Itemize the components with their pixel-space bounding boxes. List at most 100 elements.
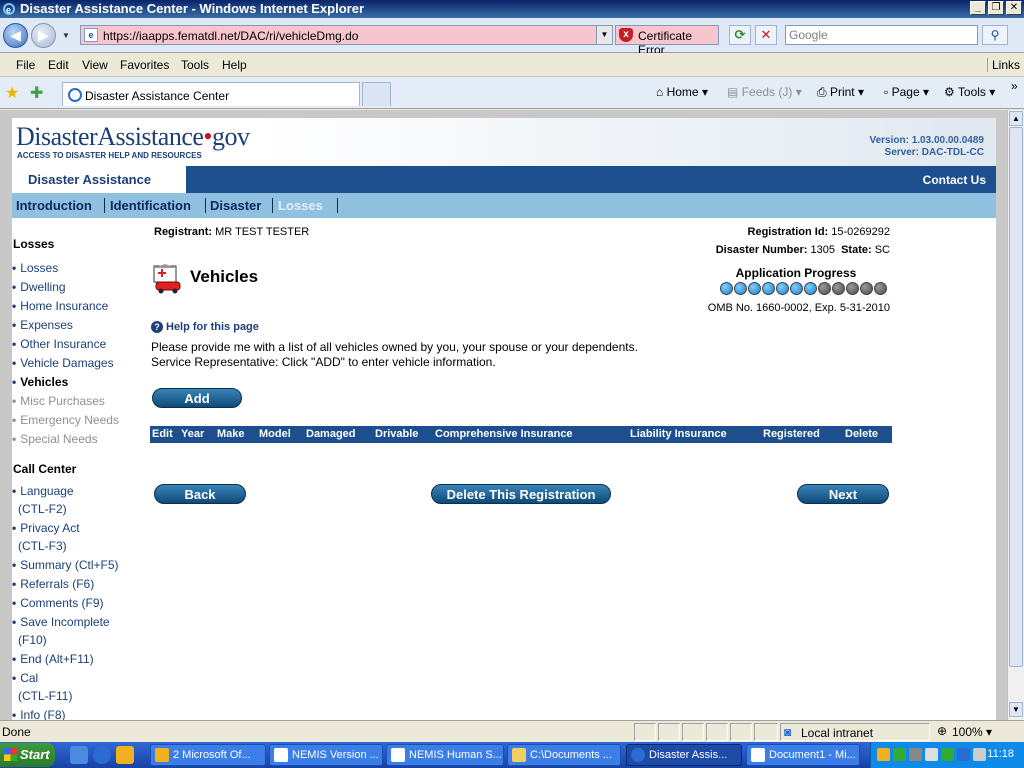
sidebar-item-dwelling[interactable]: • Dwelling [12,280,66,294]
links-toolbar[interactable]: Links [986,58,1020,72]
sidebar-item-privacy-act[interactable]: • Privacy Act [12,521,80,535]
sidebar-item-comments[interactable]: • Comments (F9) [12,596,104,610]
search-input[interactable]: Google [785,25,978,45]
window-title: Disaster Assistance Center - Windows Int… [20,1,364,16]
add-button[interactable]: Add [152,388,242,408]
site-logo[interactable]: DisasterAssistance•gov [16,122,250,152]
col-make: Make [217,428,245,440]
tray-outlook-icon[interactable] [877,748,890,761]
task-document1-word[interactable]: Document1 - Mi... [746,744,860,766]
tab-introduction[interactable]: Introduction [16,198,92,213]
scroll-up-icon[interactable]: ▲ [1009,111,1023,126]
sidebar-item-referrals[interactable]: • Referrals (F6) [12,577,94,591]
restore-button[interactable]: ❐ [988,1,1004,15]
menu-favorites[interactable]: Favorites [120,58,169,72]
word-icon [751,748,765,762]
version-text: Version: 1.03.00.00.0489 [869,135,984,146]
start-button[interactable]: Start [0,743,55,767]
page-menu-button[interactable]: ▫ Page ▾ [884,85,929,99]
zoom-control[interactable]: ⊕ 100% ▾ [934,723,1020,741]
sidebar-item-summary[interactable]: • Summary (Ctl+F5) [12,558,119,572]
home-button[interactable]: ⌂ Home ▾ [656,85,708,99]
sidebar-item-losses[interactable]: • Losses [12,261,58,275]
scroll-down-icon[interactable]: ▼ [1009,702,1023,717]
tray-device-icon[interactable] [973,748,986,761]
clock: 11:18 [987,748,1014,760]
sidebar-heading-losses: Losses [13,237,55,251]
next-button[interactable]: Next [797,484,889,504]
refresh-icon[interactable]: ⟳ [729,25,751,45]
ie-task-icon [631,748,645,762]
sidebar-item-vehicles[interactable]: • Vehicles [12,375,68,389]
sidebar-item-language-shortcut[interactable]: (CTL-F2) [18,502,67,516]
stop-icon[interactable]: ✕ [755,25,777,45]
feeds-button[interactable]: ▤ Feeds (J) ▾ [727,85,802,99]
search-icon[interactable]: ⚲ [982,25,1008,45]
back-nav-button[interactable]: ◀ [3,23,28,48]
window-titlebar: e Disaster Assistance Center - Windows I… [0,0,1024,18]
sidebar-item-cal-shortcut[interactable]: (CTL-F11) [18,689,72,703]
back-button[interactable]: Back [154,484,246,504]
progress-step-dot [846,282,859,295]
col-year: Year [181,428,205,440]
recent-pages-dropdown-icon[interactable]: ▼ [62,31,70,40]
menu-help[interactable]: Help [222,58,247,72]
tab-losses[interactable]: Losses [278,198,323,213]
vertical-scrollbar[interactable]: ▲ ▼ [1007,110,1024,720]
tab-disaster[interactable]: Disaster [210,198,261,213]
help-link[interactable]: ? Help for this page [151,321,259,333]
sidebar-item-save-shortcut[interactable]: (F10) [18,633,47,647]
sidebar-item-expenses[interactable]: • Expenses [12,318,73,332]
tools-menu-button[interactable]: ⚙ Tools ▾ [944,85,995,99]
menu-view[interactable]: View [82,58,108,72]
task-documents-folder[interactable]: C:\Documents ... [507,744,621,766]
task-nemis-version[interactable]: NEMIS Version ... [269,744,383,766]
add-favorite-icon[interactable]: ✚ [30,83,43,103]
sidebar-item-other-insurance[interactable]: • Other Insurance [12,337,106,351]
step-tabs: Introduction Identification Disaster Los… [12,193,996,218]
menu-file[interactable]: File [16,58,35,72]
tray-volume-icon[interactable] [925,748,938,761]
contact-us-link[interactable]: Contact Us [923,173,986,187]
sidebar-item-end[interactable]: • End (Alt+F11) [12,652,94,666]
certificate-error-button[interactable]: x Certificate Error [615,25,719,57]
quicklaunch-outlook-icon[interactable] [116,746,134,764]
sidebar-item-vehicle-damages[interactable]: • Vehicle Damages [12,356,114,370]
menu-edit[interactable]: Edit [48,58,69,72]
minimize-button[interactable]: _ [970,1,986,15]
sidebar-item-info[interactable]: • Info (F8) [12,708,66,720]
browser-tab-active[interactable]: Disaster Assistance Center [62,82,360,106]
sidebar-item-language[interactable]: • Language [12,484,74,498]
web-page: DisasterAssistance•gov ACCESS TO DISASTE… [12,118,996,720]
sidebar-item-save-incomplete[interactable]: • Save Incomplete [12,615,110,629]
delete-registration-button[interactable]: Delete This Registration [431,484,611,504]
scroll-thumb[interactable] [1009,127,1023,667]
tray-network-icon[interactable] [909,748,922,761]
progress-title: Application Progress [735,266,857,280]
sidebar-item-home-insurance[interactable]: • Home Insurance [12,299,108,313]
task-nemis-human[interactable]: NEMIS Human S... [386,744,504,766]
windows-logo-icon [4,748,17,761]
quicklaunch-desktop-icon[interactable] [70,746,88,764]
forward-nav-button[interactable]: ▶ [31,23,56,48]
task-microsoft-office[interactable]: 2 Microsoft Of... [150,744,266,766]
new-tab-button[interactable] [362,82,391,106]
print-button[interactable]: ⎙ Print ▾ [817,85,864,100]
tray-security-icon[interactable] [893,748,906,761]
favorites-star-icon[interactable]: ★ [5,83,19,103]
tray-app-icon[interactable] [941,748,954,761]
sidebar-item-privacy-shortcut[interactable]: (CTL-F3) [18,539,67,553]
tab-identification[interactable]: Identification [110,198,191,213]
sidebar-item-cal[interactable]: • Cal [12,671,38,685]
quicklaunch-ie-icon[interactable] [93,746,111,764]
address-bar[interactable]: e https://iaapps.fematdl.net/DAC/ri/vehi… [80,25,613,45]
task-disaster-assistance[interactable]: Disaster Assis... [626,744,742,766]
col-registered: Registered [763,428,820,440]
tray-sync-icon[interactable] [957,748,970,761]
menu-tools[interactable]: Tools [181,58,209,72]
vehicle-damage-icon [153,264,181,294]
close-button[interactable]: ✕ [1006,1,1022,15]
address-dropdown-icon[interactable]: ▼ [596,26,612,44]
chevron-more-icon[interactable]: » [1011,79,1018,93]
omb-number: OMB No. 1660-0002, Exp. 5-31-2010 [707,302,890,314]
